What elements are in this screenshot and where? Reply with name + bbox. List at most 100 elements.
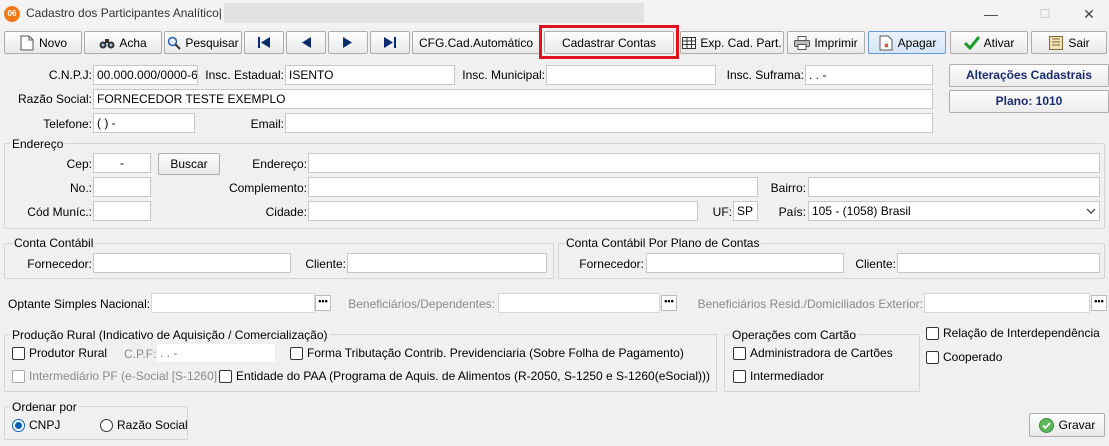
optante-input[interactable] [151, 293, 315, 313]
produtor-rural-checkbox[interactable]: Produtor Rural [12, 346, 107, 360]
pesquisar-label: Pesquisar [185, 35, 239, 50]
cod-munic-label: Cód Muníc.: [27, 205, 92, 219]
endereco-label: Endereço: [252, 157, 307, 171]
ordenar-cnpj-dot [12, 418, 25, 432]
pais-select[interactable]: 105 - (1058) Brasil [808, 201, 1100, 221]
novo-label: Novo [38, 35, 67, 50]
insc-municipal-input[interactable] [546, 65, 716, 85]
magnifier-icon [167, 35, 182, 51]
previous-record-icon [302, 37, 311, 48]
cartao-title: Operações com Cartão [730, 328, 859, 342]
intermediador-checkbox[interactable]: Intermediador [733, 369, 824, 383]
intermediador-box [733, 369, 746, 383]
binoculars-icon [99, 35, 115, 51]
resid-exterior-input[interactable] [924, 293, 1090, 313]
uf-input[interactable]: SP [733, 201, 758, 221]
cliente-label: Cliente: [305, 257, 346, 271]
last-record-button[interactable] [370, 31, 410, 54]
gravar-button[interactable]: Gravar [1029, 413, 1105, 437]
optante-lookup-button[interactable]: ••• [315, 295, 331, 311]
minimize-button[interactable]: — [968, 0, 1014, 28]
ativar-button[interactable]: Ativar [950, 31, 1028, 54]
resid-exterior-lookup-button[interactable]: ••• [1091, 295, 1107, 311]
previous-record-button[interactable] [286, 31, 326, 54]
novo-button[interactable]: Novo [4, 31, 82, 54]
interdependencia-checkbox[interactable]: Relação de Interdependência [926, 326, 1100, 340]
entidade-paa-checkbox[interactable]: Entidade do PAA (Programa de Aquis. de A… [219, 369, 710, 383]
beneficiarios-lookup-button[interactable]: ••• [661, 295, 677, 311]
administradora-label: Administradora de Cartões [750, 346, 893, 360]
window-title: Cadastro dos Participantes Analítico| [26, 6, 222, 20]
produtor-rural-box [12, 346, 25, 360]
acha-label: Acha [119, 35, 147, 50]
administradora-checkbox[interactable]: Administradora de Cartões [733, 346, 893, 360]
maximize-button[interactable]: ☐ [1022, 0, 1068, 28]
exp-cad-part-button[interactable]: Exp. Cad. Part. [680, 31, 784, 54]
ordenar-cnpj-radio[interactable]: CNPJ [12, 418, 60, 432]
complemento-label: Complemento: [228, 181, 307, 195]
intermediario-pf-label: Intermediário PF (e-Social [S-1260] [29, 369, 218, 383]
endereco-title: Endereço [10, 137, 66, 151]
next-record-icon [343, 37, 352, 48]
plano-button[interactable]: Plano: 1010 [949, 90, 1109, 113]
cfg-cad-automatico-button[interactable]: CFG.Cad.Automático [412, 31, 540, 54]
next-record-button[interactable] [328, 31, 368, 54]
intermediario-pf-checkbox[interactable]: Intermediário PF (e-Social [S-1260] [12, 369, 217, 383]
new-document-icon [19, 35, 35, 51]
interdependencia-box [926, 326, 939, 340]
beneficiarios-input[interactable] [498, 293, 660, 313]
insc-estadual-label: Insc. Estadual: [205, 68, 284, 82]
ordenar-title: Ordenar por [10, 400, 79, 414]
complemento-input[interactable] [308, 177, 758, 197]
save-check-icon [1038, 417, 1054, 433]
forma-tributacao-checkbox[interactable]: Forma Tributação Contrib. Previdenciaria… [290, 346, 684, 360]
first-record-icon [258, 37, 270, 48]
interdependencia-label: Relação de Interdependência [943, 326, 1100, 340]
cidade-label: Cidade: [265, 205, 307, 219]
forma-tributacao-label: Forma Tributação Contrib. Previdenciaria… [307, 346, 684, 360]
ordenar-razao-radio[interactable]: Razão Social [100, 418, 188, 432]
imprimir-button[interactable]: Imprimir [787, 31, 865, 54]
cartao-group [724, 334, 920, 392]
first-record-button[interactable] [244, 31, 284, 54]
title-extension-box [224, 3, 644, 23]
imprimir-label: Imprimir [814, 35, 858, 50]
cliente-input[interactable] [347, 253, 547, 273]
grid-icon [682, 35, 697, 51]
endereco-input[interactable] [308, 153, 1100, 173]
buscar-button[interactable]: Buscar [158, 153, 220, 175]
fornecedor-input[interactable] [93, 253, 291, 273]
telefone-input[interactable]: ( ) - [93, 113, 195, 133]
razao-social-input[interactable]: FORNECEDOR TESTE EXEMPLO [93, 89, 933, 109]
close-button[interactable]: ✕ [1066, 0, 1109, 28]
bairro-label: Bairro: [770, 181, 806, 195]
producao-rural-group [4, 334, 717, 392]
pesquisar-button[interactable]: Pesquisar [164, 31, 242, 54]
cooperado-checkbox[interactable]: Cooperado [926, 350, 1002, 364]
cpf-input[interactable]: . . - [156, 343, 276, 363]
bairro-input[interactable] [808, 177, 1100, 197]
email-input[interactable] [285, 113, 933, 133]
checkmark-icon [963, 35, 980, 51]
cidade-input[interactable] [308, 201, 698, 221]
insc-suframa-input[interactable]: . . - [805, 65, 933, 85]
insc-estadual-input[interactable]: ISENTO [285, 65, 455, 85]
apagar-button[interactable]: Apagar [868, 31, 946, 54]
plano-fornecedor-input[interactable] [646, 253, 844, 273]
cod-munic-input[interactable] [93, 201, 151, 221]
cnpj-input[interactable]: 00.000.000/0000-62 [93, 65, 198, 85]
entidade-paa-label: Entidade do PAA (Programa de Aquis. de A… [236, 369, 711, 383]
cnpj-label: C.N.P.J: [48, 68, 92, 82]
app-icon: 06 [4, 6, 20, 22]
exit-icon [1048, 35, 1064, 51]
alteracoes-cadastrais-button[interactable]: Alterações Cadastrais [949, 64, 1109, 87]
pais-value: 105 - (1058) Brasil [812, 204, 911, 218]
plano-cliente-input[interactable] [897, 253, 1100, 273]
insc-municipal-label: Insc. Municipal: [462, 68, 545, 82]
cep-input[interactable]: - [93, 153, 151, 173]
resid-exterior-label: Beneficiários Resid./Domiciliados Exteri… [697, 297, 923, 311]
acha-button[interactable]: Acha [84, 31, 162, 54]
telefone-label: Telefone: [43, 117, 92, 131]
sair-button[interactable]: Sair [1031, 31, 1107, 54]
numero-input[interactable] [93, 177, 151, 197]
